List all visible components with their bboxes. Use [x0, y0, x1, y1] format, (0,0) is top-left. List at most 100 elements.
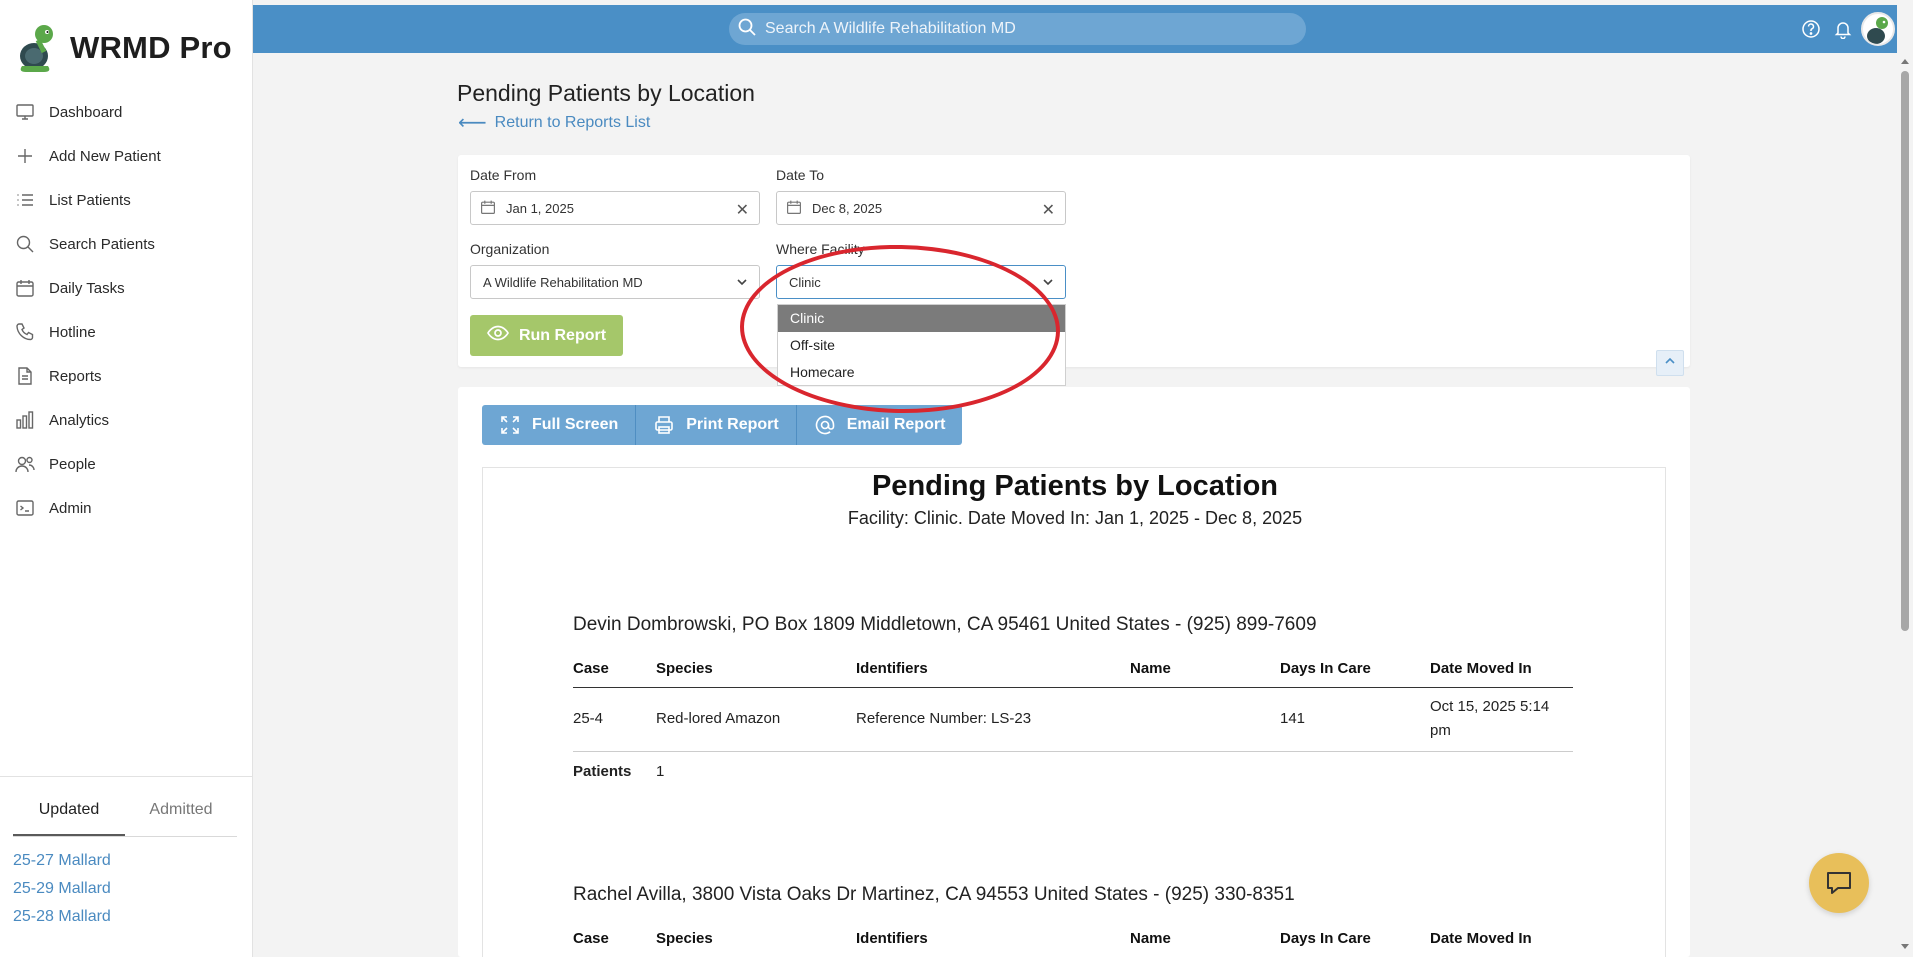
column-header: Name — [1130, 930, 1171, 947]
table-row: 25-4 Red-lored Amazon Reference Number: … — [573, 688, 1573, 752]
tab-updated[interactable]: Updated — [13, 795, 125, 836]
chat-help-button[interactable] — [1809, 853, 1869, 913]
facility-select[interactable]: Clinic — [776, 265, 1066, 299]
sidebar-item-hotline[interactable]: Hotline — [0, 310, 252, 354]
sidebar-nav: Dashboard Add New Patient List Patients … — [0, 90, 252, 530]
column-header: Date Moved In — [1430, 930, 1532, 947]
sidebar: WRMD Pro Dashboard Add New Patient List … — [0, 0, 253, 957]
sidebar-item-label: Dashboard — [49, 103, 123, 121]
sidebar-item-add-new-patient[interactable]: Add New Patient — [0, 134, 252, 178]
sidebar-item-reports[interactable]: Reports — [0, 354, 252, 398]
report-subtitle: Facility: Clinic. Date Moved In: Jan 1, … — [847, 508, 1303, 528]
clear-icon[interactable]: ✕ — [736, 200, 749, 220]
bell-icon[interactable] — [1827, 13, 1859, 45]
run-report-label: Run Report — [518, 326, 607, 344]
report-filters-panel: Date From Jan 1, 2025 ✕ Date To Dec 8, 2… — [458, 155, 1690, 376]
run-report-button[interactable]: Run Report — [470, 315, 623, 356]
cell-days: 141 — [1280, 710, 1306, 727]
global-search[interactable] — [729, 13, 1306, 45]
email-report-button[interactable]: Email Report — [796, 405, 963, 445]
sidebar-item-label: Reports — [49, 367, 102, 385]
recent-patients-panel: Updated Admitted 25-27 Mallard 25-29 Mal… — [0, 776, 252, 957]
group-header: Rachel Avilla, 3800 Vista Oaks Dr Martin… — [573, 884, 1295, 905]
cell-species: Red-lored Amazon — [656, 710, 781, 727]
eye-icon — [486, 325, 509, 346]
return-to-reports-link[interactable]: ⟵ Return to Reports List — [458, 110, 650, 135]
print-report-label: Print Report — [686, 416, 779, 433]
arrow-left-icon: ⟵ — [458, 112, 487, 134]
recent-patient-link[interactable]: 25-29 Mallard — [13, 875, 111, 903]
avatar[interactable] — [1861, 12, 1895, 46]
sidebar-item-analytics[interactable]: Analytics — [0, 398, 252, 442]
date-from-field[interactable]: Jan 1, 2025 ✕ — [470, 191, 760, 225]
facility-option-homecare[interactable]: Homecare — [778, 359, 1065, 386]
recent-patient-link[interactable]: 25-28 Mallard — [13, 903, 111, 931]
topbar-actions — [1795, 12, 1897, 46]
column-header: Case — [573, 930, 609, 947]
column-header: Identifiers — [856, 660, 928, 677]
tab-admitted[interactable]: Admitted — [125, 795, 237, 836]
page-title: Pending Patients by Location — [457, 80, 755, 106]
chevron-down-icon — [735, 275, 749, 292]
group-header: Devin Dombrowski, PO Box 1809 Middletown… — [573, 614, 1317, 635]
page-scrollbar[interactable] — [1897, 53, 1913, 957]
sidebar-item-daily-tasks[interactable]: Daily Tasks — [0, 266, 252, 310]
sidebar-item-people[interactable]: People — [0, 442, 252, 486]
organization-label: Organization — [470, 241, 550, 257]
brand[interactable]: WRMD Pro — [14, 22, 232, 74]
sidebar-item-label: List Patients — [49, 191, 131, 209]
cell-identifiers: Reference Number: LS-23 — [856, 710, 1032, 727]
report-toolbar: Full Screen Print Report Email Report — [482, 405, 963, 445]
plus-icon — [14, 145, 36, 167]
cell-date-line1: Oct 15, 2025 5:14 — [1430, 698, 1550, 715]
facility-label: Where Facility — [776, 241, 865, 257]
scroll-up-arrow-icon[interactable] — [1901, 59, 1909, 64]
scroll-down-arrow-icon[interactable] — [1901, 944, 1909, 949]
clear-icon[interactable]: ✕ — [1042, 200, 1055, 220]
report-card: Full Screen Print Report Email Report Pe… — [458, 387, 1690, 957]
sidebar-item-label: Hotline — [49, 323, 96, 341]
cell-case: 25-4 — [573, 710, 604, 727]
collapse-filters-button[interactable] — [1656, 350, 1684, 376]
calendar-icon — [480, 199, 496, 218]
table-header: Case Species Identifiers Name Days In Ca… — [573, 652, 1573, 688]
facility-option-off-site[interactable]: Off-site — [778, 332, 1065, 359]
print-report-button[interactable]: Print Report — [636, 405, 797, 445]
expand-icon — [501, 416, 519, 434]
column-header: Species — [656, 660, 713, 677]
column-header: Days In Care — [1280, 660, 1371, 677]
calendar-icon — [14, 277, 36, 299]
table-header: Case Species Identifiers Name Days In Ca… — [573, 922, 1573, 957]
help-icon[interactable] — [1795, 13, 1827, 45]
people-icon — [14, 453, 36, 475]
date-to-field[interactable]: Dec 8, 2025 ✕ — [776, 191, 1066, 225]
column-header: Identifiers — [856, 930, 928, 947]
organization-select[interactable]: A Wildlife Rehabilitation MD — [470, 265, 760, 299]
date-to-value: Dec 8, 2025 — [812, 200, 883, 216]
column-header: Case — [573, 660, 609, 677]
sidebar-item-dashboard[interactable]: Dashboard — [0, 90, 252, 134]
column-header: Name — [1130, 660, 1171, 677]
search-input[interactable] — [765, 20, 1285, 38]
sidebar-item-admin[interactable]: Admin — [0, 486, 252, 530]
facility-option-clinic[interactable]: Clinic — [778, 305, 1065, 332]
sidebar-item-label: Admin — [49, 499, 92, 517]
report-table: Case Species Identifiers Name Days In Ca… — [573, 922, 1573, 957]
terminal-icon — [14, 497, 36, 519]
scroll-thumb[interactable] — [1901, 71, 1909, 631]
sidebar-item-label: People — [49, 455, 96, 473]
sidebar-item-list-patients[interactable]: List Patients — [0, 178, 252, 222]
chevron-down-icon — [1041, 275, 1055, 292]
patients-count: 1 — [656, 763, 665, 780]
column-header: Date Moved In — [1430, 660, 1532, 677]
sidebar-item-search-patients[interactable]: Search Patients — [0, 222, 252, 266]
facility-value: Clinic — [789, 274, 821, 290]
column-header: Days In Care — [1280, 930, 1371, 947]
full-screen-label: Full Screen — [532, 416, 619, 433]
table-footer: Patients 1 — [573, 752, 1573, 792]
date-to-label: Date To — [776, 167, 824, 183]
full-screen-button[interactable]: Full Screen — [482, 405, 637, 445]
recent-patient-link[interactable]: 25-27 Mallard — [13, 847, 111, 875]
chat-bubble-icon — [1827, 872, 1851, 894]
sidebar-item-label: Search Patients — [49, 235, 155, 253]
